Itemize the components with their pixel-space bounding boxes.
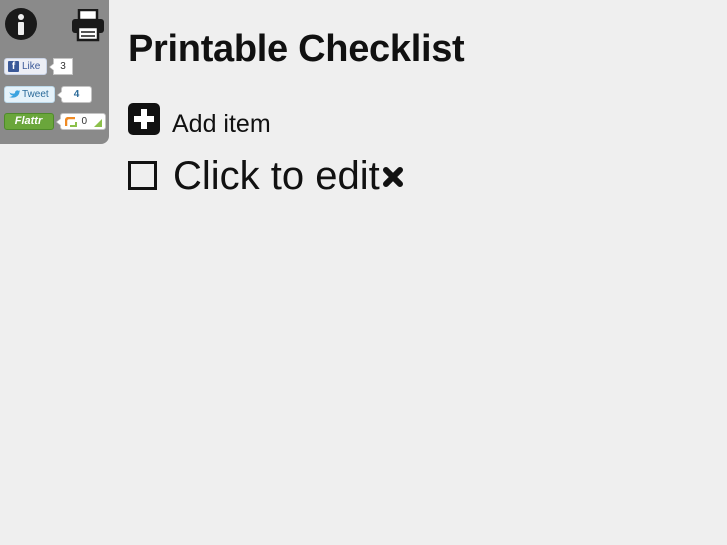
flattr-corner-icon [94,118,102,127]
flattr-button[interactable]: Flattr [4,112,54,130]
flattr-count-box: 0 [56,112,106,130]
add-item-button[interactable]: Add item [172,110,271,139]
item-checkbox[interactable] [128,161,157,190]
flattr-logo-icon [65,116,77,127]
item-text[interactable]: Click to edit [173,154,380,199]
flattr-count: 0 [81,115,87,127]
flattr-label: Flattr [14,115,43,127]
facebook-like-count: 3 [49,57,73,75]
printer-icon[interactable] [70,8,106,42]
tweet-count: 4 [57,85,92,103]
tweet-label: Tweet [22,88,49,100]
tweet-widget: Tweet 4 [4,85,92,103]
info-icon[interactable] [5,8,37,40]
facebook-like-widget: f Like 3 [4,57,73,75]
plus-icon[interactable] [128,103,160,135]
flattr-widget: Flattr 0 [4,112,106,130]
facebook-icon: f [8,60,19,72]
sidebar: f Like 3 Tweet 4 Flattr 0 [0,0,109,144]
page-title: Printable Checklist [128,28,465,70]
facebook-like-label: Like [22,60,41,72]
tweet-button[interactable]: Tweet [4,85,55,103]
twitter-bird-icon [9,90,20,98]
close-icon[interactable] [382,166,404,188]
facebook-like-button[interactable]: f Like [4,57,47,75]
